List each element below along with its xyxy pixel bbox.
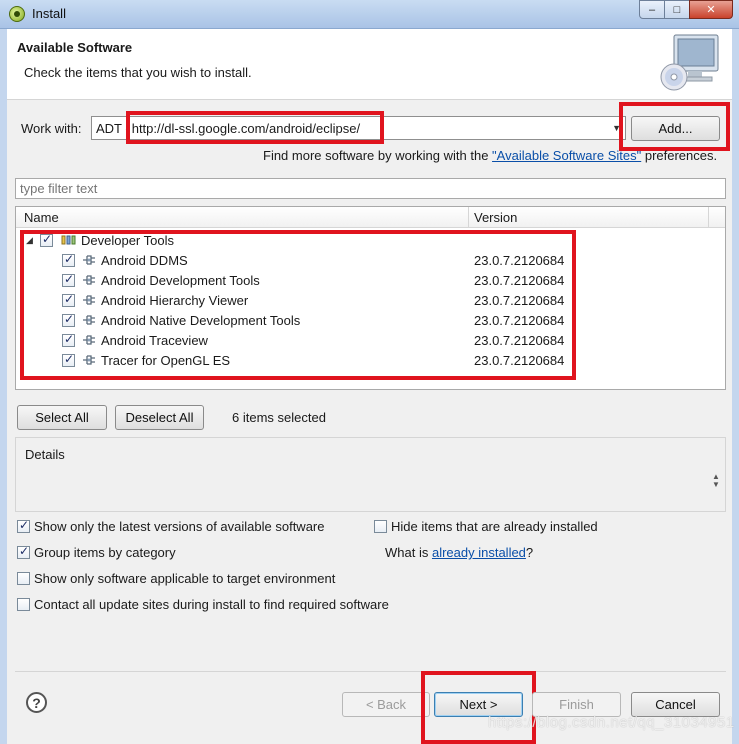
hide-installed-checkbox[interactable] (374, 520, 387, 533)
latest-versions-checkbox[interactable] (17, 518, 30, 533)
table-header (16, 207, 725, 228)
already-installed-link[interactable]: already installed (432, 545, 526, 560)
eclipse-app-icon (9, 6, 25, 22)
target-env-option[interactable]: Show only software applicable to target … (17, 571, 335, 586)
window-title: Install (32, 6, 66, 21)
contact-sites-option[interactable]: Contact all update sites during install … (17, 597, 389, 612)
latest-versions-label: Show only the latest versions of availab… (34, 519, 325, 534)
select-all-button[interactable]: Select All (17, 405, 107, 430)
available-sites-link[interactable]: "Available Software Sites" (492, 148, 641, 163)
page-title: Available Software (17, 40, 133, 55)
target-env-label: Show only software applicable to target … (34, 571, 336, 586)
group-by-category-checkbox[interactable] (17, 544, 30, 559)
details-label: Details (25, 447, 69, 462)
selection-count: 6 items selected (232, 410, 326, 425)
contact-sites-checkbox[interactable] (17, 598, 30, 611)
filter-input[interactable] (15, 178, 726, 199)
column-header-name[interactable]: Name (24, 210, 59, 225)
column-separator[interactable] (708, 207, 709, 228)
table-scrollbar[interactable] (709, 229, 725, 389)
help-icon[interactable]: ? (26, 692, 47, 713)
column-separator[interactable] (468, 207, 469, 228)
what-is-installed: What is already installed? (385, 545, 533, 560)
hide-installed-label: Hide items that are already installed (391, 519, 598, 534)
add-highlight-box (619, 102, 730, 151)
back-button[interactable]: < Back (342, 692, 430, 717)
column-header-version[interactable]: Version (474, 210, 517, 225)
details-group (15, 437, 726, 512)
work-with-label: Work with: (21, 121, 82, 136)
watermark-text: https://blog.csdn.net/qq_31034951 (488, 714, 735, 731)
sites-hint-before: Find more software by working with the (263, 148, 493, 163)
hide-installed-option[interactable]: Hide items that are already installed (374, 519, 598, 534)
page-subtitle: Check the items that you wish to install… (24, 65, 252, 80)
target-env-checkbox[interactable] (17, 572, 30, 585)
monitor-cd-icon (660, 34, 719, 91)
group-by-category-label: Group items by category (34, 545, 176, 560)
maximize-button[interactable]: □ (664, 0, 690, 19)
contact-sites-label: Contact all update sites during install … (34, 597, 389, 612)
url-highlight-box (126, 111, 384, 144)
latest-versions-option[interactable]: Show only the latest versions of availab… (17, 518, 325, 534)
work-with-prefix: ADT - (96, 120, 130, 136)
what-is-prefix: What is (385, 545, 432, 560)
window-frame-right (732, 29, 739, 744)
sites-hint-after: preferences. (641, 148, 718, 163)
close-button[interactable]: ✕ (689, 0, 733, 19)
details-spinner-icon[interactable]: ▲ ▼ (712, 473, 720, 489)
deselect-all-button[interactable]: Deselect All (115, 405, 204, 430)
minimize-button[interactable]: ‒ (639, 0, 665, 19)
group-by-category-option[interactable]: Group items by category (17, 544, 176, 560)
window-frame-left (0, 29, 7, 744)
title-bar[interactable] (0, 0, 739, 29)
items-highlight-box (20, 230, 576, 380)
footer-separator (15, 671, 726, 672)
window-controls: ‒ □ ✕ (639, 0, 733, 19)
what-is-suffix: ? (525, 545, 534, 560)
next-highlight-box (421, 671, 536, 744)
sites-hint: Find more software by working with the "… (263, 148, 717, 163)
